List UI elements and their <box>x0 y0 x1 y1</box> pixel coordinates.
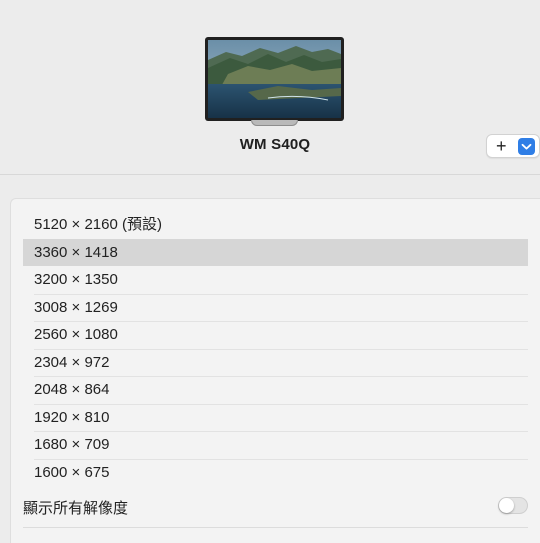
resolution-option[interactable]: 3008 × 1269 <box>23 293 528 322</box>
resolution-option[interactable]: 1600 × 675 <box>23 458 528 487</box>
display-arrangement-area: WM S40Q + <box>0 0 540 175</box>
resolution-option[interactable]: 3200 × 1350 <box>23 266 528 294</box>
wallpaper-image <box>208 40 341 118</box>
chevron-down-icon <box>521 143 532 150</box>
show-all-resolutions-label: 顯示所有解像度 <box>23 500 129 517</box>
add-display-menu-button[interactable] <box>518 138 535 155</box>
resolution-option[interactable]: 2304 × 972 <box>23 348 528 377</box>
display-name: WM S40Q <box>239 136 311 153</box>
resolution-option[interactable]: 1680 × 709 <box>23 431 528 459</box>
resolution-list: 5120 × 2160 (預設) 3360 × 1418 3200 × 1350… <box>23 211 528 486</box>
resolution-option[interactable]: 1920 × 810 <box>23 403 528 432</box>
clipped-next-row <box>33 537 233 542</box>
add-display-button[interactable]: + <box>496 137 507 155</box>
resolution-option[interactable]: 5120 × 2160 (預設) <box>23 211 528 239</box>
displays-settings-page: WM S40Q + 5120 × 2160 (預設) 3360 × 1418 3… <box>0 0 540 543</box>
resolution-option[interactable]: 3360 × 1418 <box>23 238 528 266</box>
show-all-resolutions-toggle[interactable] <box>498 497 528 514</box>
resolution-panel: 5120 × 2160 (預設) 3360 × 1418 3200 × 1350… <box>10 198 540 543</box>
monitor-thumbnail[interactable] <box>205 37 344 121</box>
add-display-control: + <box>486 134 540 158</box>
toggle-knob <box>499 498 514 513</box>
show-all-resolutions-row: 顯示所有解像度 <box>23 493 528 521</box>
resolution-option[interactable]: 2048 × 864 <box>23 376 528 404</box>
monitor-stand <box>251 120 298 126</box>
resolution-option[interactable]: 2560 × 1080 <box>23 321 528 349</box>
section-divider <box>23 527 528 528</box>
